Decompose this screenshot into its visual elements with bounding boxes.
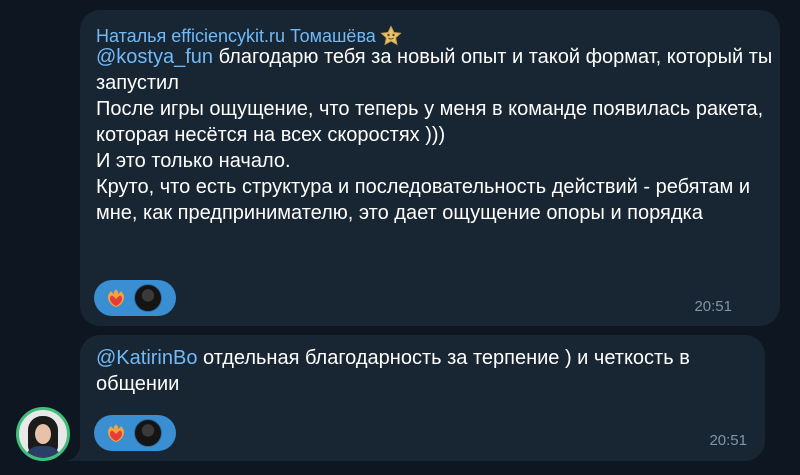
message-bubble[interactable]: Наталья efficiencykit.ru Томашёва @kosty… <box>80 10 780 326</box>
heart-on-fire-icon <box>108 424 124 442</box>
reaction-pill[interactable] <box>94 415 176 451</box>
avatar-body <box>25 446 61 458</box>
reactor-avatar[interactable] <box>134 284 162 312</box>
reactor-avatar[interactable] <box>134 419 162 447</box>
message-time: 20:51 <box>694 298 732 315</box>
message-text: @KatirinBo отдельная благодарность за те… <box>96 345 756 397</box>
message-text: @kostya_fun благодарю тебя за новый опыт… <box>96 44 776 226</box>
bubble-tail <box>66 446 90 461</box>
mention-link[interactable]: @kostya_fun <box>96 46 213 68</box>
reaction-pill[interactable] <box>94 280 176 316</box>
message-bubble[interactable]: @KatirinBo отдельная благодарность за те… <box>80 335 765 461</box>
message-body: благодарю тебя за новый опыт и такой фор… <box>96 46 773 224</box>
sender-avatar[interactable] <box>16 407 70 461</box>
heart-on-fire-icon <box>108 289 124 307</box>
avatar-face <box>35 424 51 444</box>
message-time: 20:51 <box>709 432 747 449</box>
mention-link[interactable]: @KatirinBo <box>96 347 197 369</box>
